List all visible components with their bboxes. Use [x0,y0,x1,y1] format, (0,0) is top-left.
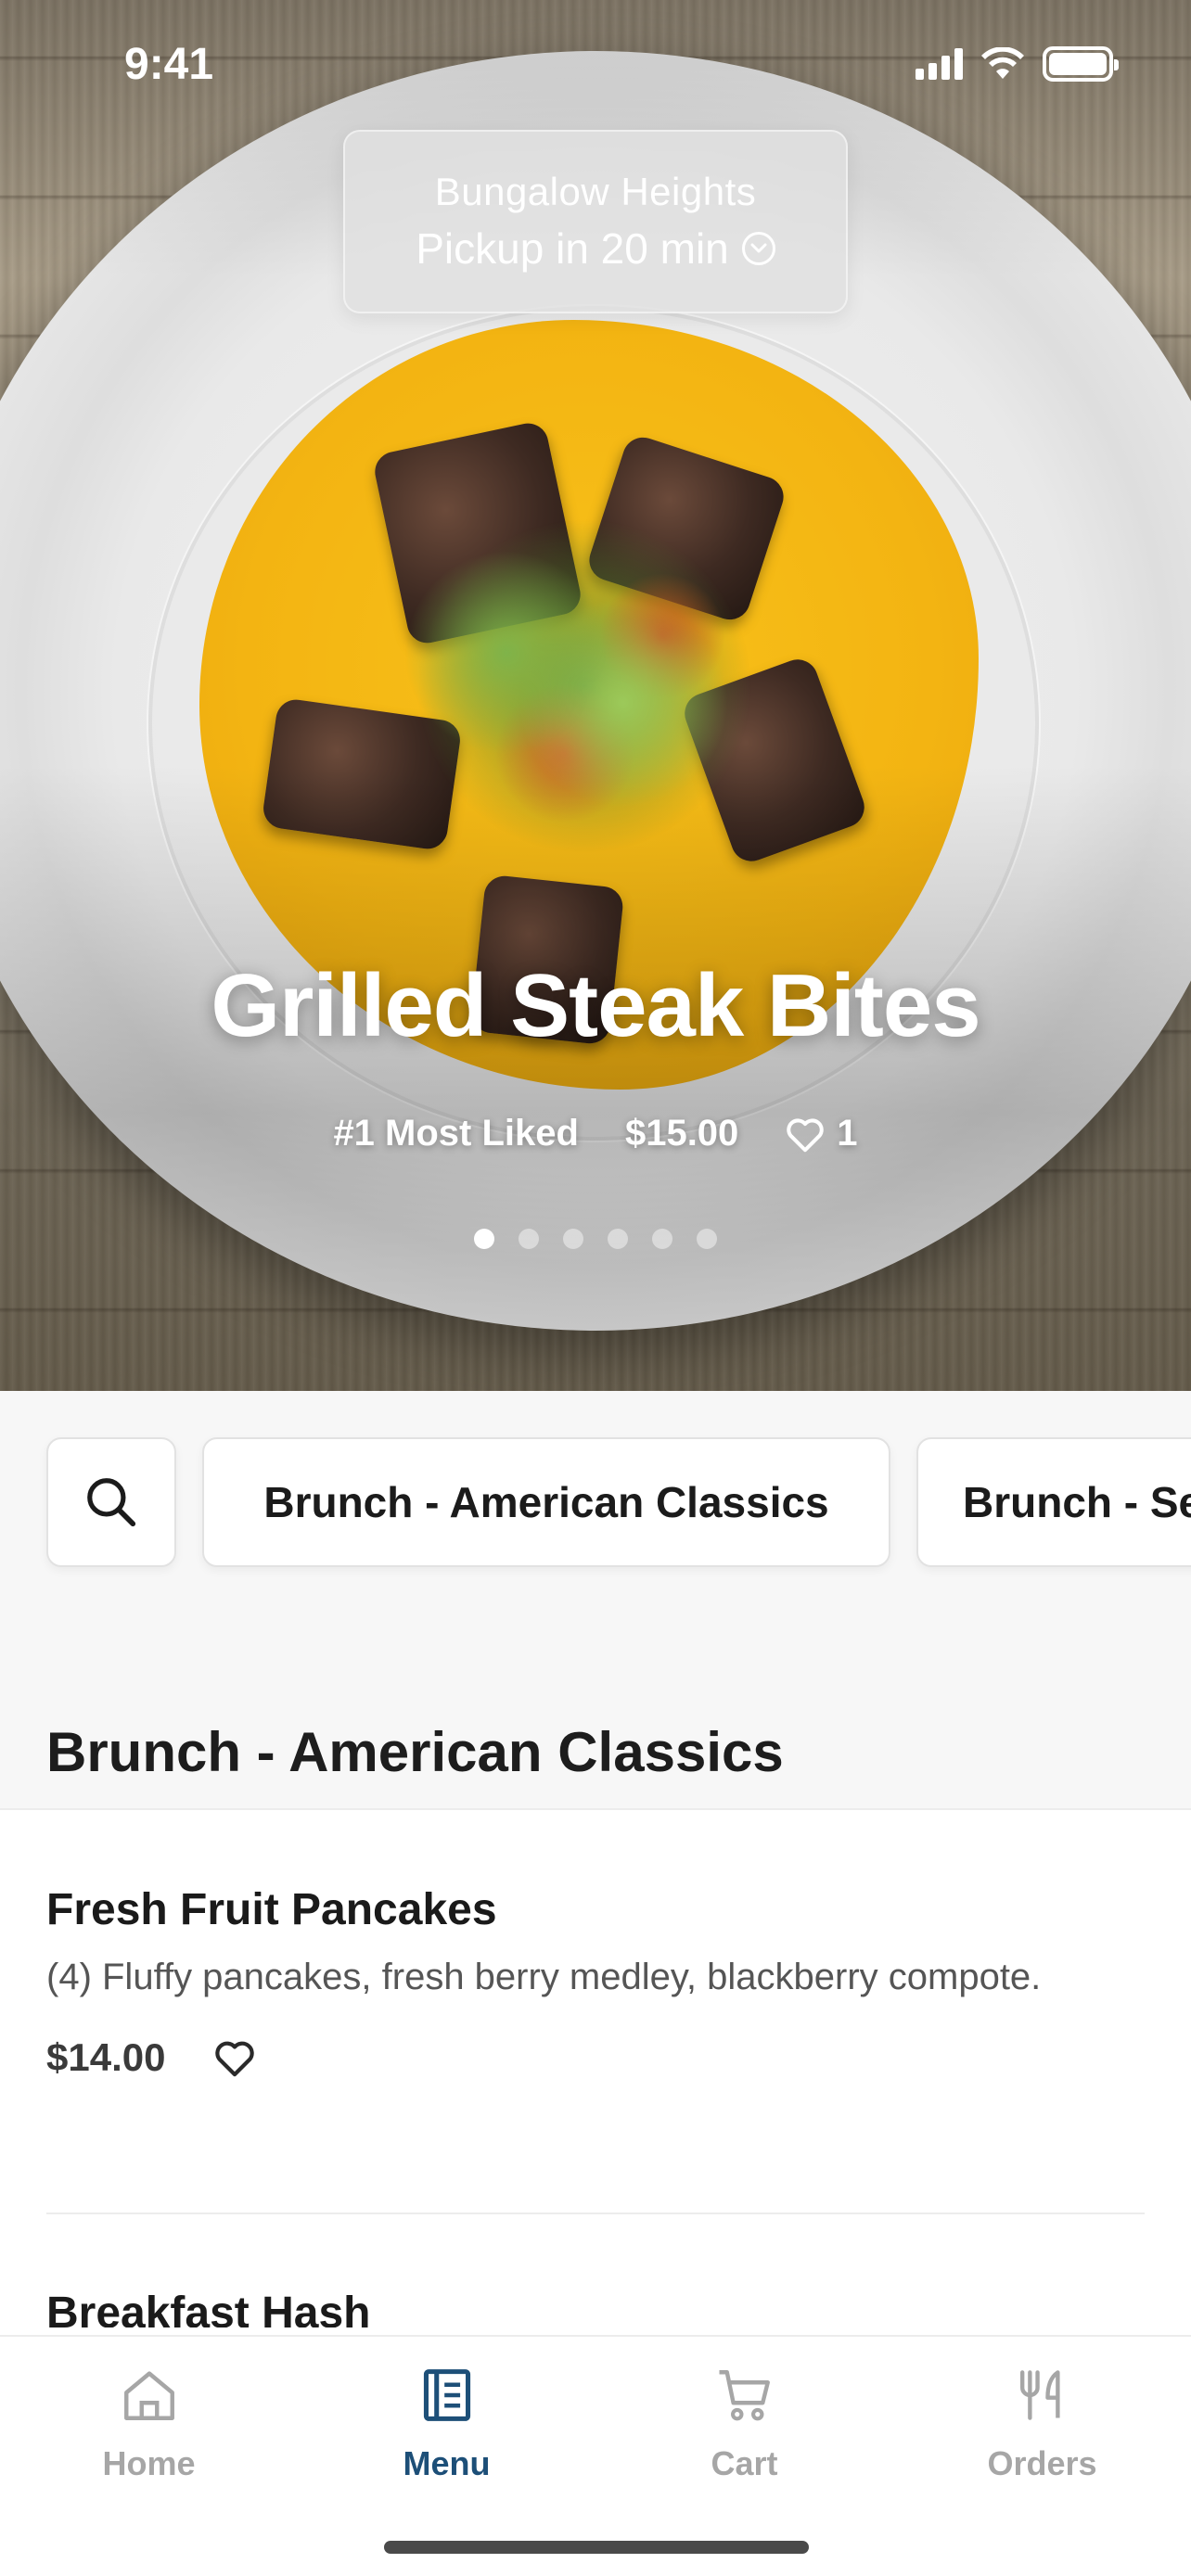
item-name: Breakfast Hash [46,2289,371,2327]
chevron-down-icon [741,232,775,265]
divider [46,2213,1145,2214]
item-name: Fresh Fruit Pancakes [46,1885,497,1934]
status-time: 9:41 [124,40,214,89]
carousel-dot[interactable] [474,1229,494,1249]
tab-home[interactable]: Home [0,2337,298,2513]
category-chip-second[interactable]: Brunch - Se [916,1437,1191,1567]
home-icon [117,2363,182,2428]
tab-label: Orders [987,2444,1097,2482]
location-selector[interactable]: Bungalow Heights Pickup in 20 min [343,130,848,313]
heart-icon [787,1117,824,1152]
carousel-dot[interactable] [652,1229,672,1249]
item-description: (4) Fluffy pancakes, fresh berry medley,… [46,1957,1042,1997]
item-price: $14.00 [46,2035,166,2079]
tab-menu[interactable]: Menu [298,2337,596,2513]
tab-bar: Home Menu Cart Orders [0,2335,1191,2576]
menu-list: Fresh Fruit Pancakes (4) Fluffy pancakes… [0,1808,1191,2327]
carousel-dot[interactable] [519,1229,539,1249]
item-footer: $14.00 [46,2035,1145,2080]
tab-cart[interactable]: Cart [596,2337,893,2513]
likes-count: 1 [837,1113,858,1154]
featured-title: Grilled Steak Bites [211,956,980,1055]
heart-icon[interactable] [213,2038,256,2077]
battery-icon [1043,46,1119,82]
carousel-dot[interactable] [697,1229,717,1249]
carousel-dots[interactable] [0,1229,1191,1249]
carousel-dot[interactable] [608,1229,628,1249]
home-indicator [384,2541,809,2554]
menu-book-icon [415,2363,480,2428]
wifi-icon [981,47,1024,79]
signal-icon [916,48,963,80]
featured-meta: #1 Most Liked $15.00 1 [0,1113,1191,1154]
menu-item[interactable]: Fresh Fruit Pancakes (4) Fluffy pancakes… [46,1884,1145,2080]
tab-label: Cart [711,2444,778,2482]
utensils-icon [1010,2363,1075,2428]
carousel-dot[interactable] [563,1229,583,1249]
search-button[interactable] [46,1437,176,1567]
featured-likes[interactable]: 1 [785,1113,858,1154]
pickup-label: Pickup in 20 min [416,224,729,273]
menu-item[interactable]: Breakfast Hash [46,2288,1145,2327]
tab-label: Home [102,2444,196,2482]
section-title: Brunch - American Classics [46,1721,784,1783]
status-icons [916,46,1119,82]
featured-badge: #1 Most Liked [333,1113,579,1154]
tab-orders[interactable]: Orders [893,2337,1191,2513]
cart-icon [712,2363,777,2428]
tab-label: Menu [403,2444,491,2482]
hero-banner[interactable]: 9:41 Bungalow Heights Pickup in 20 min G… [0,0,1191,1391]
category-chips: Brunch - American Classics Brunch - Se [46,1437,1191,1567]
category-chip-american-classics[interactable]: Brunch - American Classics [202,1437,890,1567]
search-icon [87,1478,136,1527]
location-name: Bungalow Heights [434,170,757,213]
pickup-time: Pickup in 20 min [416,223,775,274]
featured-price: $15.00 [624,1113,739,1154]
